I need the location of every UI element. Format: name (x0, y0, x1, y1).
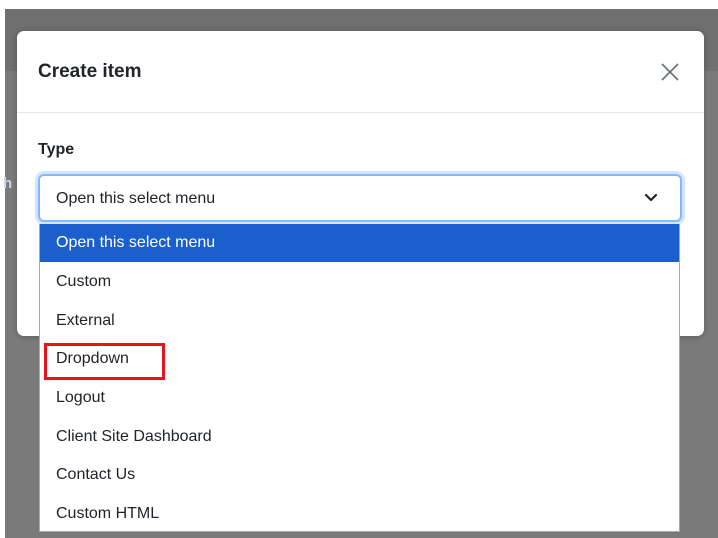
type-select[interactable]: Open this select menu (38, 174, 682, 222)
modal-title: Create item (38, 61, 142, 82)
background-text-fragment: h (3, 175, 13, 192)
option-logout[interactable]: Logout (40, 379, 679, 417)
close-button[interactable] (658, 60, 682, 84)
option-client-site-dashboard[interactable]: Client Site Dashboard (40, 418, 679, 456)
option-custom[interactable]: Custom (40, 263, 679, 301)
close-icon (661, 63, 679, 81)
option-external[interactable]: External (40, 302, 679, 340)
type-select-value: Open this select menu (56, 190, 216, 207)
type-label: Type (38, 141, 75, 158)
option-custom-html[interactable]: Custom HTML (40, 495, 679, 533)
option-open-this-select-menu[interactable]: Open this select menu (40, 224, 679, 262)
modal-header: Create item (17, 31, 704, 113)
option-contact-us[interactable]: Contact Us (40, 456, 679, 494)
chevron-down-icon (644, 193, 658, 202)
annotation-highlight-box (44, 343, 165, 380)
